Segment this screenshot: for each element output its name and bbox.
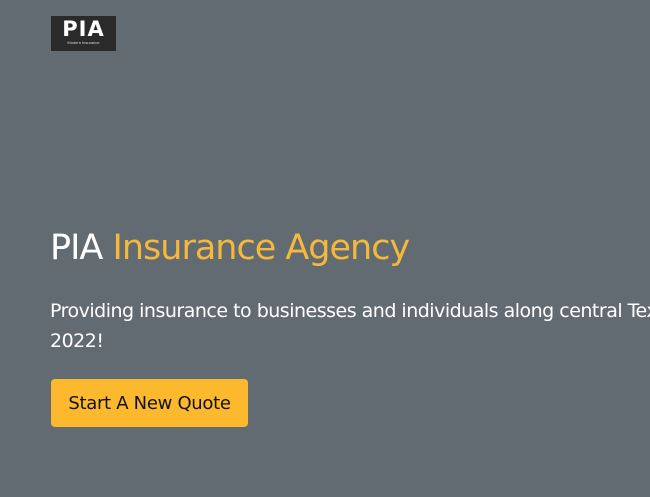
hero-subtitle-line-2: 2022! [50,330,104,352]
start-quote-button[interactable]: Start A New Quote [51,379,248,427]
hero-title: PIA Insurance Agency [50,224,411,272]
hero-subtitle: Providing insurance to businesses and in… [50,296,650,356]
logo-text: PIA [62,17,105,41]
logo-tagline: Modern Insurance [67,40,100,45]
hero-title-plain: PIA [50,228,103,268]
hero-title-accent: Insurance Agency [112,228,411,268]
hero-subtitle-line-1: Providing insurance to businesses and in… [50,300,650,322]
logo[interactable]: PIA Modern Insurance [51,16,116,51]
